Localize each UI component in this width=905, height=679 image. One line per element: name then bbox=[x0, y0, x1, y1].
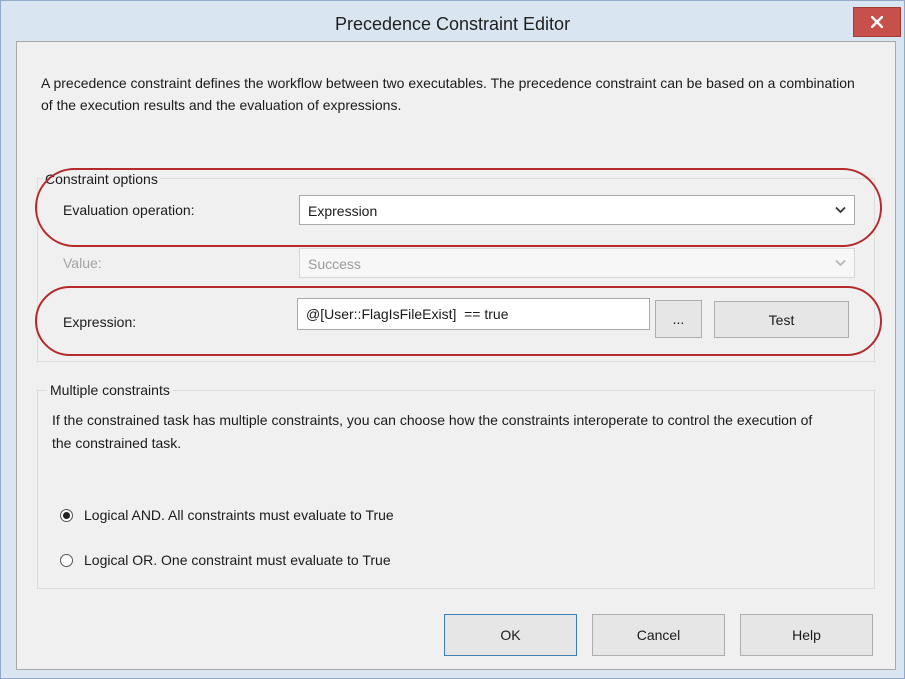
cancel-button[interactable]: Cancel bbox=[592, 614, 725, 656]
close-button[interactable] bbox=[853, 7, 901, 37]
evaluation-operation-select[interactable]: Expression bbox=[299, 195, 855, 225]
ok-button[interactable]: OK bbox=[444, 614, 577, 656]
multiple-constraints-title: Multiple constraints bbox=[47, 382, 173, 398]
title-bar[interactable]: Precedence Constraint Editor bbox=[1, 1, 904, 41]
evaluation-operation-label: Evaluation operation: bbox=[63, 202, 195, 218]
expression-label: Expression: bbox=[63, 314, 137, 330]
constraint-options-title: Constraint options bbox=[43, 171, 160, 187]
logical-or-label: Logical OR. One constraint must evaluate… bbox=[84, 552, 391, 568]
test-button[interactable]: Test bbox=[714, 301, 849, 338]
dialog-window: Precedence Constraint Editor A precedenc… bbox=[0, 0, 905, 679]
evaluation-operation-value: Expression bbox=[308, 203, 378, 219]
value-select-value: Success bbox=[308, 256, 361, 272]
multiple-constraints-description: If the constrained task has multiple con… bbox=[52, 412, 813, 451]
logical-and-label: Logical AND. All constraints must evalua… bbox=[84, 507, 394, 523]
expression-browse-button[interactable]: ... bbox=[655, 300, 702, 338]
help-button[interactable]: Help bbox=[740, 614, 873, 656]
close-icon bbox=[871, 16, 883, 28]
chevron-down-icon bbox=[835, 259, 846, 267]
expression-input[interactable] bbox=[297, 298, 650, 330]
logical-and-radio[interactable] bbox=[60, 508, 73, 522]
chevron-down-icon bbox=[835, 206, 846, 214]
logical-or-radio[interactable] bbox=[60, 553, 73, 567]
dialog-description: A precedence constraint defines the work… bbox=[41, 75, 855, 113]
logical-and-option[interactable]: Logical AND. All constraints must evalua… bbox=[60, 507, 394, 523]
dialog-client-area: A precedence constraint defines the work… bbox=[16, 41, 896, 670]
window-title: Precedence Constraint Editor bbox=[334, 14, 571, 34]
value-label: Value: bbox=[63, 255, 102, 271]
value-select: Success bbox=[299, 248, 855, 278]
logical-or-option[interactable]: Logical OR. One constraint must evaluate… bbox=[60, 552, 391, 568]
